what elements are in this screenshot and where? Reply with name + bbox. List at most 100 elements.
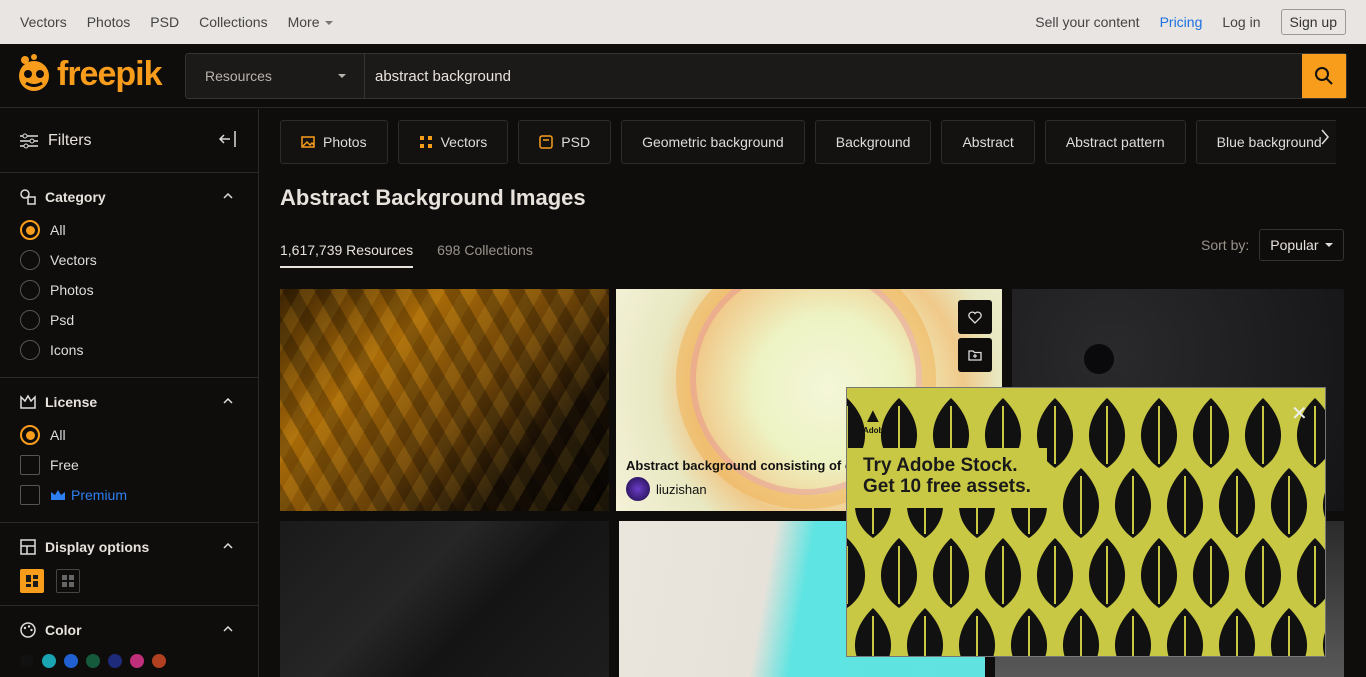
leaf-shape [1297,538,1325,608]
color-swatch[interactable] [64,654,78,668]
signup-button[interactable]: Sign up [1280,9,1346,35]
option-label: Icons [50,342,84,358]
license-option-free[interactable]: Free [20,450,238,480]
image-icon [301,136,315,148]
leaf-shape [847,538,865,608]
filters-title: Filters [48,131,92,149]
category-option-icons[interactable]: Icons [20,335,238,365]
folder-add-icon [968,350,982,361]
nav-psd[interactable]: PSD [150,14,179,30]
nav-more[interactable]: More [288,14,334,30]
chip-psd[interactable]: PSD [518,120,612,164]
radio-selected[interactable] [20,220,40,240]
nav-more-label: More [287,14,320,30]
result-card[interactable] [280,289,609,511]
search-button[interactable] [1302,54,1346,98]
chip-label: Vectors [440,134,488,150]
layout-icon [20,539,36,555]
category-title: Category [45,189,106,205]
chevron-down-icon [338,74,346,78]
sell-content-link[interactable]: Sell your content [1035,14,1139,30]
resource-type-select[interactable]: Resources [186,54,365,98]
category-option-photos[interactable]: Photos [20,275,238,305]
chip-blue-background[interactable]: Blue background [1195,120,1336,164]
search-input[interactable]: abstract background [365,68,1302,85]
page-title: Abstract Background Images [280,185,586,210]
sort-label: Sort by: [1201,237,1250,253]
card-author[interactable]: liuzishan [626,477,707,501]
like-button[interactable] [958,300,992,334]
chip-photos[interactable]: Photos [280,120,388,164]
radio[interactable] [20,280,40,300]
color-swatch[interactable] [86,654,100,668]
chevron-down-icon [325,21,334,26]
filters-header: Filters [0,109,258,173]
radio-selected[interactable] [20,425,40,445]
nav-photos[interactable]: Photos [87,14,131,30]
radio[interactable] [20,340,40,360]
save-to-collection-button[interactable] [958,338,992,372]
color-swatch[interactable] [130,654,144,668]
checkbox[interactable] [20,485,40,505]
category-option-psd[interactable]: Psd [20,305,238,335]
option-label: Vectors [50,252,97,268]
collapse-sidebar-icon[interactable] [218,131,236,147]
search-bar: Resources abstract background [185,53,1347,99]
leaf-shape [1323,632,1325,656]
checkbox[interactable] [20,455,40,475]
psd-icon [539,135,554,149]
masonry-icon [26,575,38,587]
radio[interactable] [20,250,40,270]
result-card[interactable] [280,521,609,677]
close-ad-icon[interactable]: ✕ [1291,404,1308,424]
color-toggle[interactable]: Color [20,620,238,640]
adobe-stock-ad[interactable]: ▲ Adobe Try Adobe Stock. Get 10 free asse… [846,387,1326,657]
result-tabs: 1,617,739 Resources 698 Collections [280,242,533,268]
premium-label: Premium [50,487,127,503]
vector-icon [419,136,432,148]
grid-layout-button[interactable] [56,569,80,593]
category-option-vectors[interactable]: Vectors [20,245,238,275]
tab-resources[interactable]: 1,617,739 Resources [280,242,414,268]
license-toggle[interactable]: License [20,392,238,412]
color-swatch[interactable] [108,654,122,668]
chip-background[interactable]: Background [814,120,932,164]
header: freepik Resources abstract background [0,44,1366,108]
chevron-right-icon[interactable] [1320,129,1330,145]
option-label: Psd [50,312,75,328]
sort-value: Popular [1270,237,1319,253]
chevron-up-icon [223,626,233,632]
chip-abstract-pattern[interactable]: Abstract pattern [1044,120,1186,164]
heart-icon [968,310,982,324]
license-option-all[interactable]: All [20,420,238,450]
category-toggle[interactable]: Category [20,187,238,207]
card-image [280,289,609,511]
license-title: License [45,394,98,410]
license-option-premium[interactable]: Premium [20,480,238,510]
sort-select[interactable]: Popular [1259,229,1344,261]
nav-collections[interactable]: Collections [199,14,267,30]
chip-abstract[interactable]: Abstract [941,120,1035,164]
color-swatch[interactable] [42,654,56,668]
color-swatch[interactable] [20,654,34,668]
chip-vectors[interactable]: Vectors [397,120,509,164]
radio[interactable] [20,310,40,330]
category-icon [20,189,36,205]
option-label: Premium [71,487,128,503]
filters-sidebar: Filters Category All Vectors Photos Psd … [0,109,259,677]
tab-collections[interactable]: 698 Collections [437,242,533,268]
display-options-toggle[interactable]: Display options [20,537,238,557]
color-swatch[interactable] [152,654,166,668]
freepik-logo[interactable]: freepik [15,54,162,94]
login-link[interactable]: Log in [1222,14,1260,30]
palette-icon [20,622,36,638]
nav-vectors[interactable]: Vectors [20,14,67,30]
category-option-all[interactable]: All [20,215,238,245]
category-section: Category All Vectors Photos Psd Icons [0,173,258,378]
chevron-down-icon [1324,243,1333,247]
chip-geometric-background[interactable]: Geometric background [621,120,805,164]
pricing-link[interactable]: Pricing [1160,14,1203,30]
search-icon [1315,67,1333,85]
adobe-logo-mark: ▲ [863,405,883,427]
masonry-layout-button[interactable] [20,569,44,593]
